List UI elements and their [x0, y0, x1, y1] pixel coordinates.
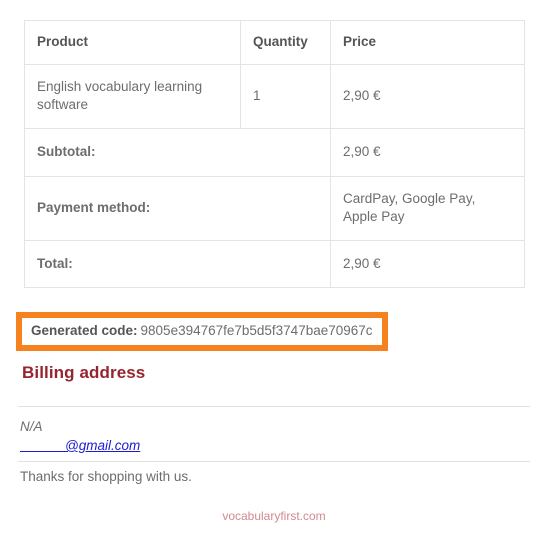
footer-site-name[interactable]: vocabularyfirst.com	[0, 509, 548, 523]
cell-product-name: English vocabulary learning software	[24, 63, 241, 129]
divider-above-address	[18, 406, 530, 407]
generated-code-label: Generated code:	[31, 323, 138, 338]
receipt-page: Product Quantity Price English vocabular…	[0, 0, 548, 540]
cell-total-label: Total:	[24, 239, 331, 289]
table-header-row: Product Quantity Price	[24, 20, 525, 65]
cell-payment-method-value: CardPay, Google Pay, Apple Pay	[330, 175, 525, 241]
table-row: English vocabulary learning software 1 2…	[24, 63, 525, 129]
generated-code-value[interactable]: 9805e394767fe7b5d5f3747bae70967c	[141, 323, 373, 338]
billing-email-link[interactable]: @gmail.com	[20, 438, 140, 453]
cell-subtotal-value: 2,90 €	[330, 127, 525, 177]
cell-subtotal-label: Subtotal:	[24, 127, 331, 177]
cell-total-value: 2,90 €	[330, 239, 525, 289]
billing-address-heading: Billing address	[22, 363, 146, 382]
cell-payment-method-label: Payment method:	[24, 175, 331, 241]
order-summary-table: Product Quantity Price English vocabular…	[24, 20, 525, 289]
billing-address-line: N/A	[20, 419, 43, 434]
table-row-payment-method: Payment method: CardPay, Google Pay, App…	[24, 175, 525, 241]
generated-code-box: Generated code: 9805e394767fe7b5d5f3747ba…	[16, 312, 388, 352]
thanks-message: Thanks for shopping with us.	[20, 469, 192, 484]
column-header-quantity: Quantity	[240, 20, 331, 65]
divider-below-address	[18, 461, 530, 462]
table-row-total: Total: 2,90 €	[24, 239, 525, 289]
column-header-product: Product	[24, 20, 241, 65]
cell-product-quantity: 1	[240, 63, 331, 129]
table-row-subtotal: Subtotal: 2,90 €	[24, 127, 525, 177]
column-header-price: Price	[330, 20, 525, 65]
cell-product-price: 2,90 €	[330, 63, 525, 129]
